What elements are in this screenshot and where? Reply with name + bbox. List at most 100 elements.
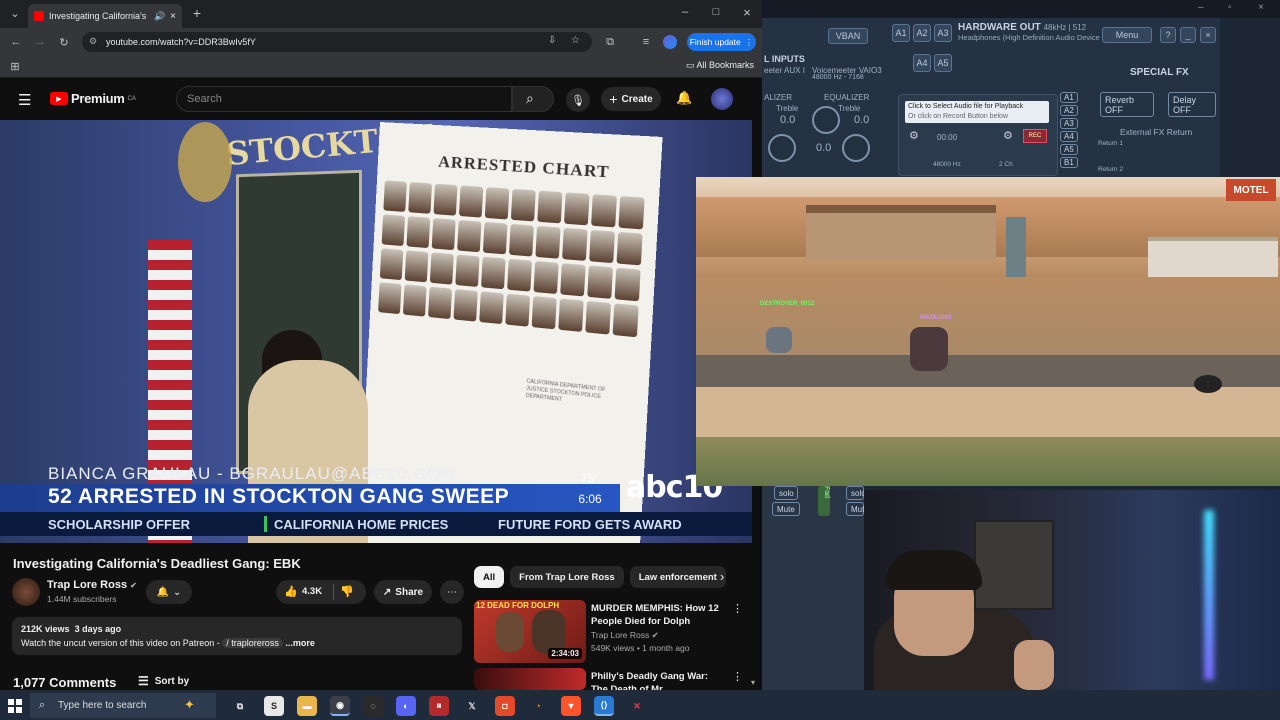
bookmark-star-icon[interactable]: ☆ <box>571 35 580 46</box>
app-icon-obs[interactable]: ◌ <box>363 696 383 716</box>
vm-play-icon[interactable]: ⚙ <box>1003 129 1013 142</box>
extensions-icon[interactable]: ⧉ <box>603 35 617 49</box>
browser-tab[interactable]: Investigating California's De 🔊 × <box>28 4 182 28</box>
vscode-icon[interactable]: ⟨⟩ <box>594 696 614 716</box>
vm-bus-a1[interactable]: A1 <box>1060 92 1078 103</box>
account-avatar[interactable] <box>711 88 733 110</box>
tab-close-icon[interactable]: × <box>170 11 176 22</box>
window-maximize-icon[interactable]: □ <box>709 5 723 19</box>
subscribed-bell-button[interactable]: 🔔 ⌄ <box>146 580 192 604</box>
vm-x-icon[interactable]: × <box>1200 27 1216 43</box>
app-icon-voicemeeter[interactable]: ▤ <box>429 696 449 716</box>
chip-law-enforcement[interactable]: Law enforcement <box>629 566 726 588</box>
vm-a4-button[interactable]: A4 <box>913 54 931 72</box>
all-bookmarks-link[interactable]: ▭ All Bookmarks <box>686 60 754 71</box>
back-icon[interactable]: ← <box>9 35 23 49</box>
youtube-search-input[interactable]: Search <box>176 86 512 112</box>
video-player[interactable]: STOCKTON ARRESTED CHART CALIFORNIA DEPAR… <box>0 120 752 543</box>
description-box[interactable]: 212K views 3 days ago Watch the uncut ve… <box>12 617 462 655</box>
vm-maximize-icon[interactable]: ▫ <box>1228 2 1232 13</box>
chip-from-channel[interactable]: From Trap Lore Ross <box>510 566 624 588</box>
vm-knob-3[interactable] <box>842 134 870 162</box>
vm-knob-2[interactable] <box>812 106 840 134</box>
app-icon-x[interactable]: 𝕏 <box>462 696 482 716</box>
app-icon-blender[interactable]: ◔ <box>528 696 548 716</box>
tab-search-icon[interactable]: ⌄ <box>8 6 22 20</box>
window-close-icon[interactable]: × <box>740 5 754 20</box>
related-menu-icon-2[interactable]: ⋮ <box>732 670 743 683</box>
vm-a1-button[interactable]: A1 <box>892 24 910 42</box>
vm-rewind-icon[interactable]: ⚙ <box>909 129 919 142</box>
delay-button[interactable]: Delay OFF <box>1168 92 1216 117</box>
notifications-bell-icon[interactable]: 🔔 <box>676 90 692 106</box>
show-more-link[interactable]: ...more <box>285 638 315 648</box>
vm-solo-button[interactable]: solo <box>774 486 798 500</box>
reload-icon[interactable]: ↻ <box>57 35 71 49</box>
vm-mute-button[interactable]: Mute <box>772 502 800 516</box>
sort-by-button[interactable]: ☰ Sort by <box>138 674 189 688</box>
vm-a3-button[interactable]: A3 <box>934 24 952 42</box>
app-icon-steam[interactable]: S <box>264 696 284 716</box>
related-channel-1[interactable]: Trap Lore Ross ✔ <box>591 629 659 642</box>
create-button[interactable]: + Create <box>601 87 661 111</box>
site-info-icon[interactable]: ⚙ <box>89 36 97 47</box>
finish-update-button[interactable]: Finish update ⋮ <box>687 33 756 51</box>
search-button[interactable]: ⌕ <box>512 86 554 112</box>
vm-menu-button[interactable]: Menu <box>1102 27 1152 43</box>
vm-mute-button-2[interactable]: Mute <box>846 502 869 516</box>
related-title-1[interactable]: MURDER MEMPHIS: How 12 People Died for D… <box>591 602 726 628</box>
dislike-icon[interactable]: 👎 <box>340 585 354 598</box>
vm-bus-a3[interactable]: A3 <box>1060 118 1078 129</box>
discord-icon[interactable]: ◐ <box>396 696 416 716</box>
new-tab-icon[interactable]: + <box>190 5 204 21</box>
vm-rec-button[interactable]: REC <box>1023 129 1047 143</box>
vm-minimize-icon[interactable]: – <box>1198 2 1204 13</box>
file-explorer-icon[interactable]: ▬ <box>297 696 317 716</box>
forward-icon[interactable]: → <box>33 35 47 49</box>
vban-button[interactable]: VBAN <box>828 28 868 44</box>
chip-all[interactable]: All <box>474 566 505 588</box>
chips-next-icon[interactable]: › <box>720 569 724 584</box>
vm-bus-a4[interactable]: A4 <box>1060 131 1078 142</box>
like-count[interactable]: 4.3K <box>302 586 322 597</box>
youtube-logo[interactable]: ▶ Premium CA <box>50 91 136 106</box>
reverb-button[interactable]: Reverb OFF <box>1100 92 1154 117</box>
brave-icon[interactable]: ▼ <box>561 696 581 716</box>
windows-start-icon[interactable] <box>8 699 22 713</box>
address-bar[interactable]: ⚙ youtube.com/watch?v=DDR3BwIv5fY ⇩ ☆ <box>82 32 592 52</box>
taskbar-search-input[interactable]: ⌕ Type here to search ✦ <box>30 693 216 718</box>
app-icon-red[interactable]: ◘ <box>495 696 515 716</box>
profile-avatar[interactable] <box>663 35 677 49</box>
window-minimize-icon[interactable]: – <box>678 5 692 19</box>
share-button[interactable]: ↗ Share <box>374 580 432 604</box>
related-thumb-1[interactable]: 12 DEAD FOR DOLPH 2:34:03 <box>474 600 586 663</box>
apps-grid-icon[interactable]: ⊞ <box>9 60 21 73</box>
hamburger-menu-icon[interactable]: ☰ <box>18 91 31 109</box>
microphone-icon[interactable]: 🎙 <box>566 88 590 112</box>
related-thumb-2[interactable] <box>474 668 586 690</box>
vm-min-icon[interactable]: _ <box>1180 27 1196 43</box>
channel-name[interactable]: Trap Lore Ross ✔ <box>47 579 137 591</box>
vm-close-icon[interactable]: × <box>1258 2 1264 13</box>
related-menu-icon-1[interactable]: ⋮ <box>732 602 743 615</box>
vm-bus-a2[interactable]: A2 <box>1060 105 1078 116</box>
vm-a5-button[interactable]: A5 <box>934 54 952 72</box>
like-icon[interactable]: 👍 <box>284 585 298 598</box>
vm-bus-b1[interactable]: B1 <box>1060 157 1078 168</box>
vm-solo-button-2[interactable]: solo <box>846 486 866 500</box>
channel-avatar[interactable] <box>12 578 40 606</box>
patreon-link[interactable]: / traploreross <box>222 638 283 648</box>
vm-player-display[interactable]: Click to Select Audio file for Playback … <box>905 101 1049 123</box>
media-control-icon[interactable]: ≡ <box>639 35 653 49</box>
vm-fader[interactable]: Fad <box>818 486 830 516</box>
install-app-icon[interactable]: ⇩ <box>548 35 556 46</box>
vm-bus-a5[interactable]: A5 <box>1060 144 1078 155</box>
scroll-down-arrow[interactable]: ▾ <box>751 678 755 687</box>
more-actions-icon[interactable]: ⋯ <box>440 580 464 604</box>
vm-a2-button[interactable]: A2 <box>913 24 931 42</box>
speaker-icon[interactable]: 🔊 <box>154 11 165 22</box>
vm-help-icon[interactable]: ? <box>1160 27 1176 43</box>
chrome-taskbar-icon[interactable]: ◉ <box>330 696 350 716</box>
task-view-icon[interactable]: ⧉ <box>230 696 250 716</box>
related-title-2[interactable]: Philly's Deadly Gang War: The Death of M… <box>591 670 726 690</box>
